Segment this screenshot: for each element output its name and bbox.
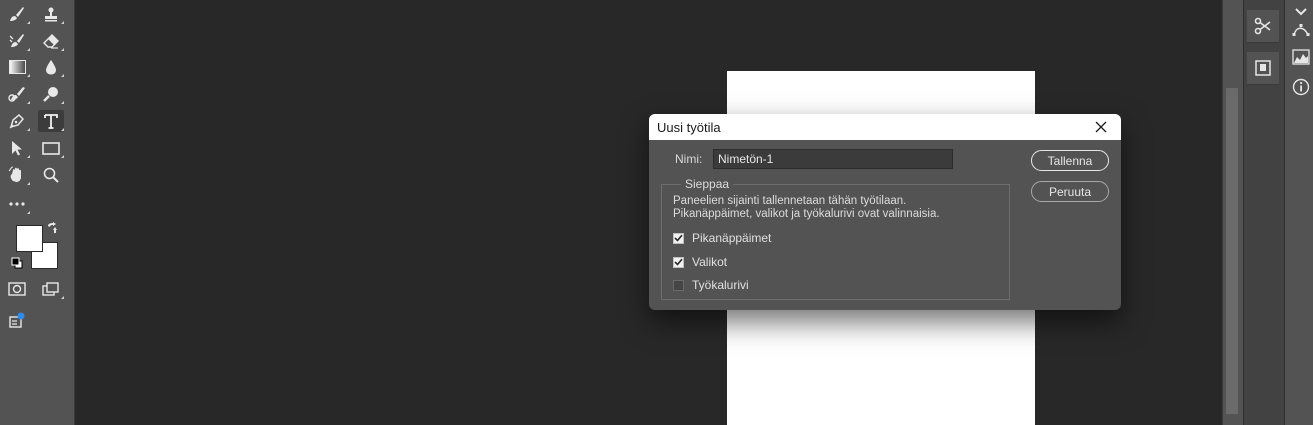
- brush-icon[interactable]: [4, 3, 30, 25]
- selection-arrow-icon[interactable]: [4, 137, 30, 159]
- hand-icon[interactable]: [4, 164, 30, 186]
- menus-label: Valikot: [692, 255, 728, 269]
- close-icon: [1095, 121, 1107, 133]
- cancel-button[interactable]: Peruuta: [1031, 181, 1109, 202]
- dodge-icon[interactable]: [4, 83, 30, 105]
- keyboard-shortcuts-label: Pikanäppäimet: [692, 231, 772, 245]
- checkmark-icon: [674, 234, 683, 242]
- eraser-icon[interactable]: [38, 30, 64, 52]
- scissors-icon[interactable]: [1247, 10, 1279, 43]
- dialog-title: Uusi työtila: [657, 119, 721, 135]
- toolbar-checkbox[interactable]: [673, 279, 684, 291]
- save-button[interactable]: Tallenna: [1031, 150, 1109, 171]
- default-colors-icon[interactable]: [10, 256, 24, 270]
- capture-description: Paneelien sijainti tallennetaan tähän ty…: [673, 195, 1003, 221]
- tools-panel: [0, 0, 75, 425]
- keyboard-shortcuts-checkbox[interactable]: [673, 232, 684, 244]
- histogram-icon[interactable]: [1290, 45, 1312, 69]
- toolbar-label: Työkalurivi: [692, 278, 749, 292]
- gradient-icon[interactable]: [4, 56, 30, 78]
- blur-drop-icon[interactable]: [38, 56, 64, 78]
- menus-option[interactable]: Valikot: [673, 255, 727, 269]
- info-icon[interactable]: [1290, 75, 1312, 99]
- scrollbar-thumb[interactable]: [1226, 88, 1238, 414]
- foreground-color-swatch[interactable]: [16, 225, 43, 252]
- more-tools-icon[interactable]: [4, 193, 30, 215]
- stamp-icon[interactable]: [38, 3, 64, 25]
- dialog-titlebar[interactable]: Uusi työtila: [649, 114, 1121, 140]
- checkmark-icon: [674, 258, 683, 266]
- zoom-lens-icon[interactable]: [38, 83, 64, 105]
- swap-colors-icon[interactable]: [44, 220, 60, 236]
- screen-mode-icon[interactable]: [38, 278, 64, 300]
- layer-comps-icon[interactable]: [1247, 52, 1279, 85]
- quick-mask-icon[interactable]: [4, 278, 30, 300]
- history-brush-icon[interactable]: [4, 30, 30, 52]
- name-label: Nimi:: [675, 152, 703, 166]
- close-button[interactable]: [1091, 117, 1111, 137]
- paths-icon[interactable]: [1290, 18, 1312, 42]
- menus-checkbox[interactable]: [673, 256, 684, 268]
- toolbar-option[interactable]: Työkalurivi: [673, 278, 749, 292]
- type-icon[interactable]: [38, 110, 64, 132]
- pen-icon[interactable]: [4, 110, 30, 132]
- name-input[interactable]: [713, 149, 953, 169]
- magnifier-icon[interactable]: [38, 164, 64, 186]
- edit-toolbar-icon[interactable]: [4, 309, 30, 331]
- description-line-2: Pikanäppäimet, valikot ja työkalurivi ov…: [673, 208, 940, 220]
- description-line-1: Paneelien sijainti tallennetaan tähän ty…: [673, 195, 907, 207]
- capture-legend: Sieppaa: [681, 177, 734, 191]
- keyboard-shortcuts-option[interactable]: Pikanäppäimet: [673, 231, 771, 245]
- rectangle-icon[interactable]: [38, 137, 64, 159]
- new-workspace-dialog: Uusi työtila Nimi: Sieppaa Paneelien sij…: [649, 114, 1121, 310]
